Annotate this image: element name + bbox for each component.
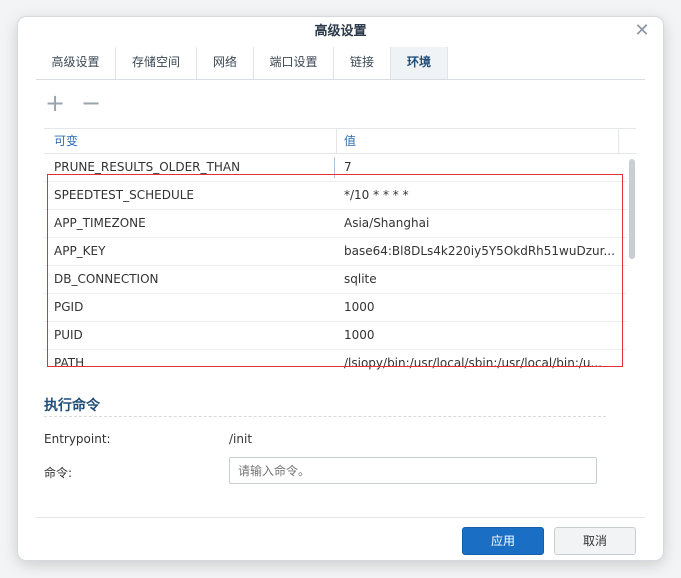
tab-storage[interactable]: 存储空间 [116, 47, 197, 79]
footer-divider [36, 517, 645, 518]
plus-icon[interactable]: + [44, 91, 66, 115]
table-row[interactable]: PUID 1000 [44, 322, 627, 350]
advanced-settings-dialog: 高级设置 ✕ 高级设置 存储空间 网络 端口设置 链接 环境 + − 可变 值 … [18, 17, 663, 560]
column-divider [618, 129, 619, 154]
table-row[interactable]: SPEEDTEST_SCHEDULE */10 * * * * [44, 182, 627, 210]
scrollbar-thumb[interactable] [629, 159, 635, 259]
command-label: 命令: [44, 466, 73, 480]
env-key: PATH [54, 356, 85, 370]
table-row[interactable]: APP_KEY base64:Bl8DLs4k220iy5Y5OkdRh51wu… [44, 238, 627, 266]
dialog-title: 高级设置 [314, 24, 367, 39]
close-icon[interactable]: ✕ [633, 22, 651, 40]
env-key: PGID [54, 300, 84, 314]
tab-bar: 高级设置 存储空间 网络 端口设置 链接 环境 [36, 47, 645, 80]
table-scrollbar[interactable] [627, 156, 636, 380]
apply-button[interactable]: 应用 [462, 527, 544, 555]
minus-icon[interactable]: − [80, 91, 102, 115]
tab-environment[interactable]: 环境 [391, 47, 448, 79]
column-divider [336, 129, 337, 154]
tab-advanced-settings[interactable]: 高级设置 [36, 47, 116, 79]
env-key: SPEEDTEST_SCHEDULE [54, 188, 195, 202]
column-header-variable[interactable]: 可变 [54, 129, 78, 154]
env-key: APP_TIMEZONE [54, 216, 146, 230]
tab-links[interactable]: 链接 [334, 47, 391, 79]
tab-port-settings[interactable]: 端口设置 [254, 47, 334, 79]
tab-network[interactable]: 网络 [197, 47, 254, 79]
command-input[interactable] [229, 457, 597, 484]
column-header-value[interactable]: 值 [344, 129, 356, 154]
env-value[interactable]: base64:Bl8DLs4k220iy5Y5OkdRh51wuDzur... [344, 238, 620, 265]
env-value[interactable]: /lsiopy/bin:/usr/local/sbin:/usr/local/b… [344, 350, 620, 377]
env-key: PRUNE_RESULTS_OLDER_THAN [54, 160, 241, 174]
env-value[interactable]: */10 * * * * [344, 182, 620, 209]
cancel-button[interactable]: 取消 [554, 527, 636, 555]
section-divider [44, 416, 606, 417]
table-row[interactable]: PATH /lsiopy/bin:/usr/local/sbin:/usr/lo… [44, 350, 627, 378]
entrypoint-label: Entrypoint: [44, 432, 111, 446]
entrypoint-value: /init [229, 432, 253, 446]
table-row[interactable]: DB_CONNECTION sqlite [44, 266, 627, 294]
table-row[interactable]: PRUNE_RESULTS_OLDER_THAN 7 [44, 154, 627, 182]
env-value[interactable]: sqlite [344, 266, 620, 293]
env-key: APP_KEY [54, 244, 106, 258]
section-title-exec: 执行命令 [44, 398, 100, 414]
env-variables-table: 可变 值 PRUNE_RESULTS_OLDER_THAN 7 SPEEDTES… [44, 128, 636, 380]
env-value[interactable]: Asia/Shanghai [344, 210, 620, 237]
env-value[interactable]: 1000 [344, 294, 620, 321]
env-key: PUID [54, 328, 83, 342]
env-key: DB_CONNECTION [54, 272, 159, 286]
column-divider [334, 157, 335, 178]
table-row[interactable]: PGID 1000 [44, 294, 627, 322]
env-value[interactable]: 7 [344, 154, 620, 181]
env-value[interactable]: 1000 [344, 322, 620, 349]
table-row[interactable]: APP_TIMEZONE Asia/Shanghai [44, 210, 627, 238]
table-header: 可变 值 [44, 128, 636, 154]
